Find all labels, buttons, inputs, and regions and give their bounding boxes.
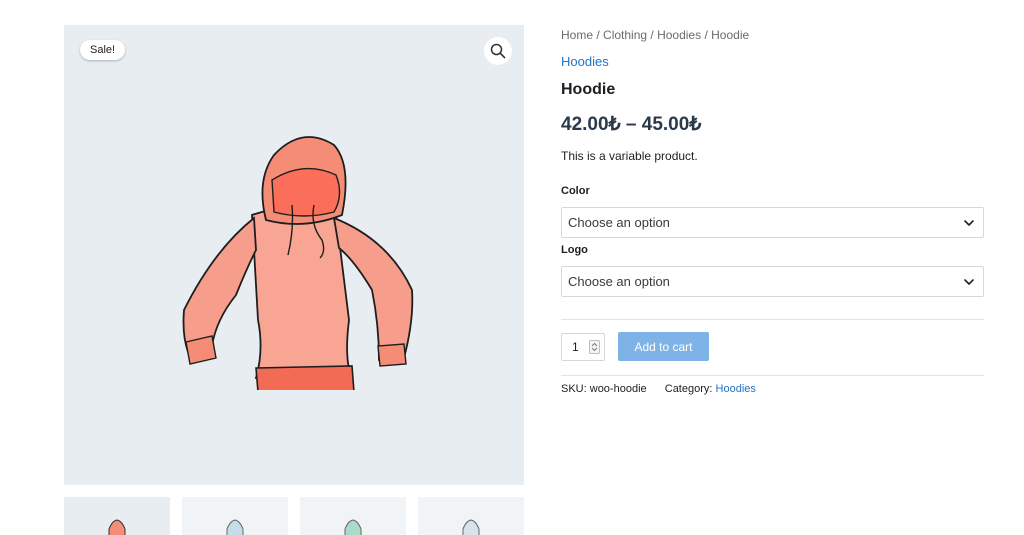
breadcrumb-sep: / [701, 28, 712, 42]
breadcrumb-hoodies[interactable]: Hoodies [657, 28, 701, 42]
breadcrumb-current: Hoodie [711, 28, 750, 42]
magnifier-icon [490, 43, 506, 59]
category-meta-label: Category: [664, 383, 713, 395]
thumbnail-hoodie-red[interactable] [64, 497, 170, 535]
breadcrumb-home[interactable]: Home [561, 28, 593, 42]
product-price: 42.00₺ – 45.00₺ [561, 114, 702, 135]
logo-select-value: Choose an option [568, 274, 670, 289]
hoodie-green-icon [344, 519, 362, 535]
hoodie-blue-icon [226, 519, 244, 535]
chevron-down-icon [964, 278, 974, 285]
quantity-stepper[interactable]: 1 [561, 333, 605, 361]
logo-select[interactable]: Choose an option [561, 266, 984, 297]
variation-logo: Logo Choose an option [561, 242, 984, 297]
product-gallery: Sale! [64, 25, 524, 485]
color-label: Color [561, 185, 590, 197]
sku-value: woo-hoodie [589, 383, 647, 395]
color-select[interactable]: Choose an option [561, 207, 984, 238]
color-select-value: Choose an option [568, 215, 670, 230]
hoodie-image[interactable] [174, 120, 414, 390]
variation-color: Color Choose an option [561, 183, 984, 238]
sale-badge: Sale! [80, 40, 126, 60]
category-meta-link[interactable]: Hoodies [716, 383, 756, 395]
breadcrumb-clothing[interactable]: Clothing [603, 28, 647, 42]
quantity-value: 1 [572, 340, 579, 354]
add-to-cart-button[interactable]: Add to cart [618, 332, 709, 361]
category-link[interactable]: Hoodies [561, 53, 984, 71]
hoodie-red-icon [108, 519, 126, 535]
breadcrumb-sep: / [647, 28, 658, 42]
thumbnail-hoodie-blue[interactable] [182, 497, 288, 535]
divider [561, 375, 984, 376]
breadcrumb: Home / Clothing / Hoodies / Hoodie [561, 25, 984, 45]
thumbnail-hoodie-light-blue[interactable] [418, 497, 524, 535]
sku-label: SKU: [561, 383, 587, 395]
chevron-down-icon [964, 219, 974, 226]
thumbnail-strip [64, 497, 524, 535]
zoom-button[interactable] [484, 37, 512, 65]
product-meta: SKU: woo-hoodie Category: Hoodies [561, 383, 756, 395]
thumbnail-hoodie-green[interactable] [300, 497, 406, 535]
logo-label: Logo [561, 244, 588, 256]
product-description: This is a variable product. [561, 149, 698, 163]
product-summary: Home / Clothing / Hoodies / Hoodie Hoodi… [561, 25, 984, 297]
hoodie-light-blue-icon [462, 519, 480, 535]
breadcrumb-sep: / [593, 28, 604, 42]
product-title: Hoodie [561, 81, 616, 98]
spinner-arrows-icon[interactable] [589, 340, 600, 354]
divider [561, 319, 984, 320]
